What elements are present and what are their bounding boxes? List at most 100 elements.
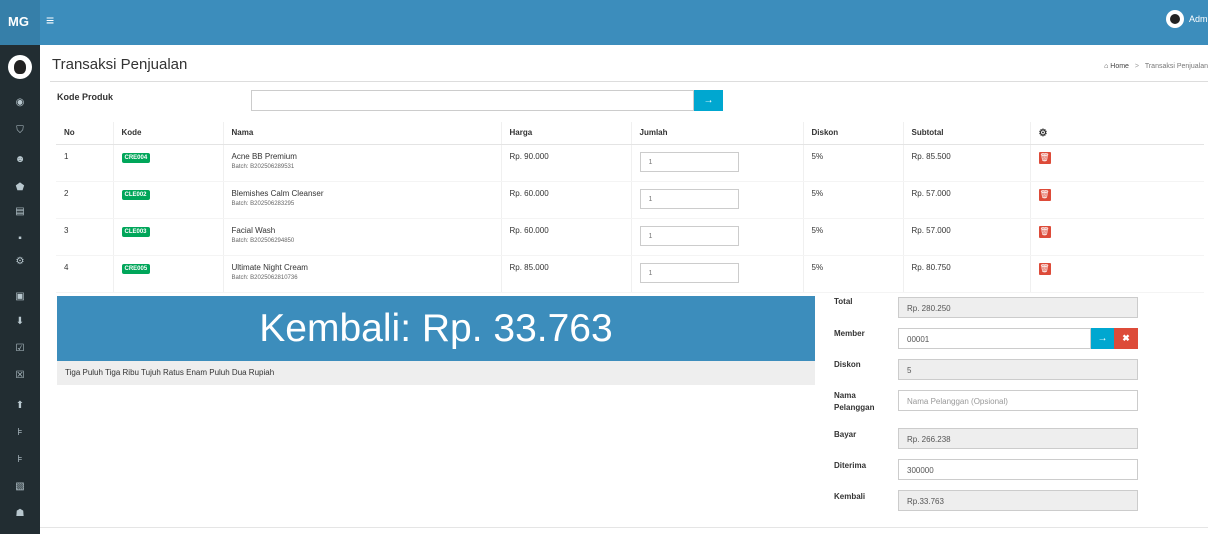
download-icon[interactable]: ⬇ <box>0 316 40 327</box>
quantity-input[interactable]: 1 <box>639 188 739 209</box>
product-batch: Batch: B202506294850 <box>231 237 295 244</box>
hamburger-icon[interactable]: ≡ <box>46 12 54 28</box>
nama-pelanggan-label-line1: Nama <box>834 391 856 400</box>
table-row: 1 CRE004 Acne BB Premium Batch: B2025062… <box>56 144 1204 182</box>
diterima-input[interactable]: 300000 <box>898 459 1138 480</box>
table-row: 3 CLE003 Facial Wash Batch: B20250629485… <box>56 218 1204 256</box>
monitor-icon[interactable]: ▣ <box>0 291 40 302</box>
truck-icon[interactable]: ▪ <box>0 233 40 244</box>
cell-subtotal: Rp. 57.000 <box>903 181 1031 219</box>
check-square-icon[interactable]: ☑ <box>0 343 40 354</box>
change-banner: Kembali: Rp. 33.763 <box>57 296 815 361</box>
col-header-kode: Kode <box>113 122 224 145</box>
check-box-icon[interactable]: ☒ <box>0 370 40 381</box>
cell-action: 🗑 <box>1030 144 1204 182</box>
cell-subtotal: Rp. 57.000 <box>903 218 1031 256</box>
report-icon[interactable]: ▧ <box>0 481 40 492</box>
total-field: Rp. 280.250 <box>898 297 1138 318</box>
cart-icon[interactable]: ⊧ <box>0 454 40 465</box>
col-header-subtotal: Subtotal <box>903 122 1031 145</box>
product-name: Facial Wash <box>231 225 276 235</box>
quantity-input[interactable]: 1 <box>639 151 739 172</box>
product-code-badge: CRE004 <box>121 152 151 163</box>
breadcrumb-current: Transaksi Penjualan <box>1144 63 1208 70</box>
change-in-words: Tiga Puluh Tiga Ribu Tujuh Ratus Enam Pu… <box>57 361 815 385</box>
user-avatar[interactable] <box>1166 10 1184 28</box>
cell-harga: Rp. 85.000 <box>501 255 632 293</box>
product-code-badge: CRE005 <box>121 263 151 274</box>
cart-table: No Kode Nama Harga Jumlah Diskon Subtota… <box>56 122 1204 293</box>
breadcrumb: ⌂ Home > Transaksi Penjualan <box>1104 63 1208 70</box>
cell-jumlah: 1 <box>631 218 804 256</box>
cell-action: 🗑 <box>1030 255 1204 293</box>
group-icon[interactable]: ☗ <box>0 508 40 519</box>
product-batch: Batch: B202506283295 <box>231 200 295 207</box>
col-header-action: ⚙ <box>1030 122 1204 145</box>
col-header-nama: Nama <box>223 122 502 145</box>
trash-icon[interactable]: 🗑 <box>1038 225 1051 238</box>
quantity-input[interactable]: 1 <box>639 225 739 246</box>
member-clear-button[interactable]: ✖ <box>1114 328 1138 349</box>
cell-diskon: 5% <box>803 144 904 182</box>
cogs-icon[interactable]: ⚙ <box>0 256 40 267</box>
cell-action: 🗑 <box>1030 181 1204 219</box>
home-icon[interactable]: ⌂ <box>1104 63 1108 70</box>
cart-icon[interactable]: ⊧ <box>0 427 40 438</box>
logo-text: MG <box>8 14 29 29</box>
member-search-button[interactable]: → <box>1091 328 1114 349</box>
breadcrumb-separator: > <box>1134 63 1139 70</box>
col-header-harga: Harga <box>501 122 632 145</box>
cell-jumlah: 1 <box>631 144 804 182</box>
cell-action: 🗑 <box>1030 218 1204 256</box>
cell-no: 2 <box>56 181 114 219</box>
member-label: Member <box>834 329 865 338</box>
shield-icon[interactable]: ⛉ <box>0 125 40 136</box>
product-name: Acne BB Premium <box>231 151 297 161</box>
cell-no: 1 <box>56 144 114 182</box>
table-row: 2 CLE002 Blemishes Calm Cleanser Batch: … <box>56 181 1204 219</box>
product-code-badge: CLE002 <box>121 189 150 200</box>
product-batch: Batch: B2025062810736 <box>231 274 298 281</box>
nama-pelanggan-input[interactable]: Nama Pelanggan (Opsional) <box>898 390 1138 411</box>
tag-icon[interactable]: ⬟ <box>0 182 40 193</box>
cell-nama: Blemishes Calm Cleanser Batch: B20250628… <box>223 181 502 219</box>
user-name[interactable]: Admin <box>1189 14 1208 24</box>
quantity-input[interactable]: 1 <box>639 262 739 283</box>
cell-nama: Acne BB Premium Batch: B202506289531 <box>223 144 502 182</box>
product-batch: Batch: B202506289531 <box>231 163 295 170</box>
kode-produk-submit-button[interactable]: → <box>694 90 723 111</box>
logo-box[interactable]: MG <box>0 0 40 45</box>
nama-pelanggan-label: Nama Pelanggan <box>834 391 874 412</box>
cell-kode: CRE004 <box>113 144 224 182</box>
grid-icon[interactable]: ▤ <box>0 206 40 217</box>
trash-icon[interactable]: 🗑 <box>1038 188 1051 201</box>
kembali-field: Rp.33.763 <box>898 490 1138 511</box>
cell-diskon: 5% <box>803 218 904 256</box>
upload-icon[interactable]: ⬆ <box>0 400 40 411</box>
brand-logo <box>8 55 32 79</box>
gear-icon: ⚙ <box>1038 128 1048 139</box>
page-title: Transaksi Penjualan <box>52 56 188 73</box>
kode-produk-input[interactable] <box>251 90 694 111</box>
cell-jumlah: 1 <box>631 255 804 293</box>
trash-icon[interactable]: 🗑 <box>1038 262 1051 275</box>
total-label: Total <box>834 297 853 306</box>
trash-icon[interactable]: 🗑 <box>1038 151 1051 164</box>
member-field[interactable]: 00001 <box>898 328 1091 349</box>
users-icon[interactable]: ☻ <box>0 154 40 165</box>
dashboard-icon[interactable]: ◉ <box>0 97 40 108</box>
col-header-jumlah: Jumlah <box>631 122 804 145</box>
main-content: Transaksi Penjualan ⌂ Home > Transaksi P… <box>40 45 1208 534</box>
cell-subtotal: Rp. 80.750 <box>903 255 1031 293</box>
cell-diskon: 5% <box>803 181 904 219</box>
divider <box>40 527 1208 528</box>
top-header: MG ≡ Admin <box>0 0 1208 45</box>
cell-kode: CLE002 <box>113 181 224 219</box>
cell-jumlah: 1 <box>631 181 804 219</box>
cell-harga: Rp. 60.000 <box>501 218 632 256</box>
diskon-label: Diskon <box>834 360 861 369</box>
bayar-label: Bayar <box>834 430 857 439</box>
cell-no: 3 <box>56 218 114 256</box>
breadcrumb-home[interactable]: Home <box>1110 63 1129 70</box>
col-header-diskon: Diskon <box>803 122 904 145</box>
